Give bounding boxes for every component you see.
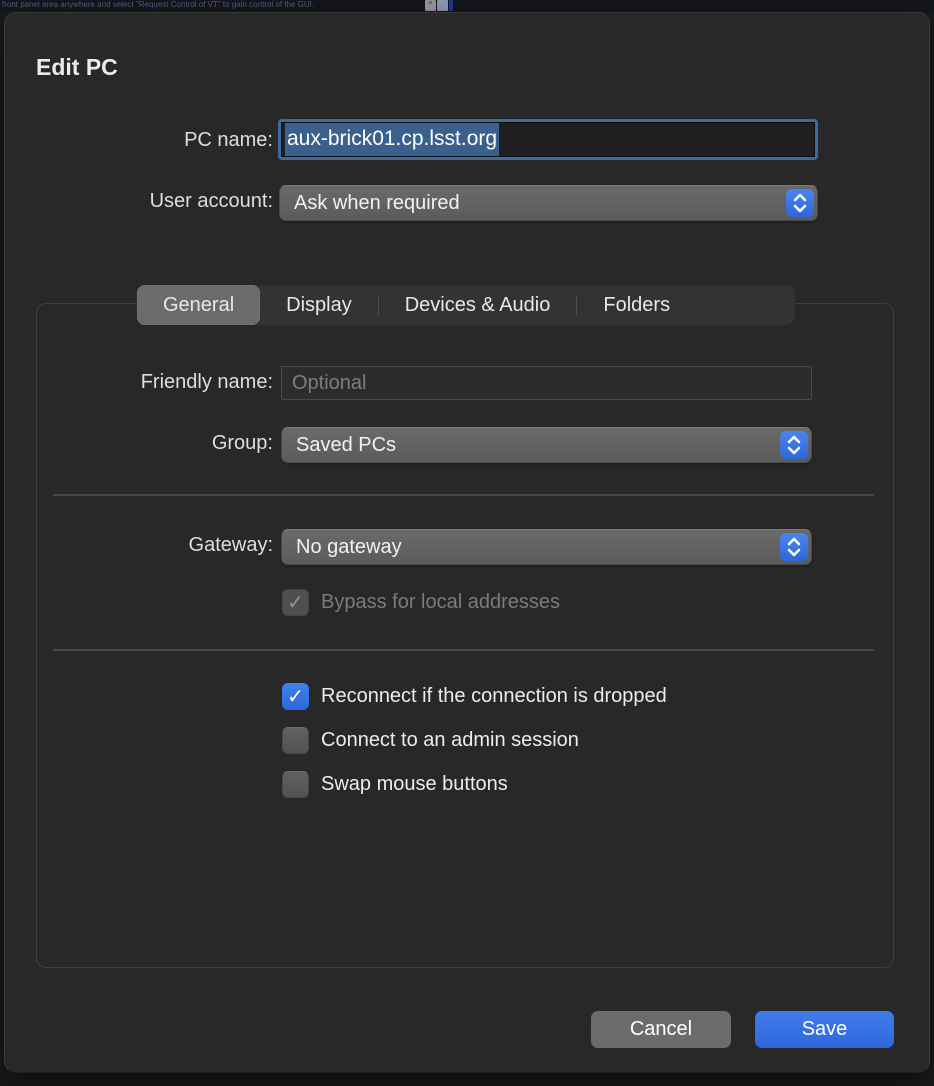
group-dropdown[interactable]: Saved PCs xyxy=(281,427,812,463)
pc-name-selected-text: aux-brick01.cp.lsst.org xyxy=(285,123,499,156)
chevron-up-down-icon[interactable] xyxy=(786,189,814,217)
friendly-name-input[interactable]: Optional xyxy=(281,366,812,400)
cancel-button[interactable]: Cancel xyxy=(591,1011,731,1048)
edit-pc-dialog: Edit PC PC name: aux-brick01.cp.lsst.org… xyxy=(4,12,930,1073)
tab-display[interactable]: Display xyxy=(260,285,378,325)
admin-session-label: Connect to an admin session xyxy=(321,729,579,752)
general-tab-panel xyxy=(36,303,894,968)
pc-name-field-inner[interactable]: aux-brick01.cp.lsst.org xyxy=(281,122,815,157)
save-button[interactable]: Save xyxy=(755,1011,894,1048)
reconnect-label: Reconnect if the connection is dropped xyxy=(321,685,667,708)
dialog-title: Edit PC xyxy=(36,54,118,81)
background-window-text: front panel area anywhere and select "Re… xyxy=(2,0,314,9)
background-window-strip: front panel area anywhere and select "Re… xyxy=(0,0,934,12)
user-account-value: Ask when required xyxy=(294,192,460,215)
gateway-label: Gateway: xyxy=(33,534,273,557)
tab-general[interactable]: General xyxy=(137,285,260,325)
friendly-name-placeholder: Optional xyxy=(292,372,367,395)
admin-session-row: Connect to an admin session xyxy=(282,727,579,754)
scrollbar-thumb[interactable] xyxy=(437,0,448,11)
scrollbar-track xyxy=(449,0,453,11)
reconnect-row: ✓ Reconnect if the connection is dropped xyxy=(282,683,667,710)
swap-mouse-row: Swap mouse buttons xyxy=(282,771,508,798)
user-account-dropdown[interactable]: Ask when required xyxy=(279,185,818,221)
chevron-up-down-icon[interactable] xyxy=(780,431,808,459)
tab-bar: General Display Devices & Audio Folders xyxy=(137,285,795,325)
reconnect-checkbox[interactable]: ✓ xyxy=(282,683,309,710)
group-label: Group: xyxy=(33,432,273,455)
checkmark-icon: ✓ xyxy=(287,687,304,707)
section-divider xyxy=(53,649,874,651)
scroll-up-arrow-icon[interactable]: ^ xyxy=(425,0,436,11)
tab-folders[interactable]: Folders xyxy=(577,285,696,325)
gateway-dropdown[interactable]: No gateway xyxy=(281,529,812,565)
admin-session-checkbox[interactable] xyxy=(282,727,309,754)
tab-devices-audio[interactable]: Devices & Audio xyxy=(379,285,577,325)
bypass-local-addresses-row: ✓ Bypass for local addresses xyxy=(282,589,560,616)
checkmark-icon: ✓ xyxy=(287,593,304,613)
bypass-local-addresses-label: Bypass for local addresses xyxy=(321,591,560,614)
group-value: Saved PCs xyxy=(296,434,396,457)
bypass-local-addresses-checkbox: ✓ xyxy=(282,589,309,616)
friendly-name-label: Friendly name: xyxy=(33,371,273,394)
swap-mouse-checkbox[interactable] xyxy=(282,771,309,798)
gateway-value: No gateway xyxy=(296,536,402,559)
pc-name-label: PC name: xyxy=(33,129,273,152)
section-divider xyxy=(53,494,874,496)
user-account-label: User account: xyxy=(33,190,273,213)
swap-mouse-label: Swap mouse buttons xyxy=(321,773,508,796)
pc-name-input[interactable]: aux-brick01.cp.lsst.org xyxy=(278,119,818,160)
chevron-up-down-icon[interactable] xyxy=(780,533,808,561)
